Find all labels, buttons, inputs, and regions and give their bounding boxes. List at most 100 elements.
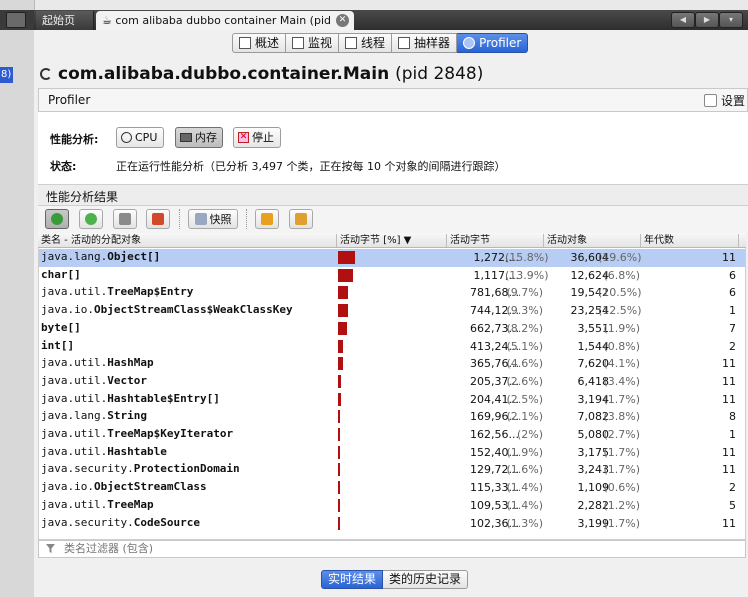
clock-icon — [121, 132, 132, 143]
settings-checkbox[interactable] — [704, 94, 717, 107]
memory-button[interactable]: 内存 — [175, 127, 223, 148]
cpu-button[interactable]: CPU — [116, 127, 164, 148]
generations: 11 — [722, 251, 736, 264]
table-row[interactable]: java.security.CodeSource 102,36... (1.3%) 3… — [39, 515, 745, 533]
class-name: java.util.HashMap — [41, 356, 154, 369]
tab-monitor[interactable]: 监视 — [286, 33, 340, 53]
tab-start-page[interactable]: 起始页 — [36, 11, 94, 30]
profiler-header-label: Profiler — [48, 93, 91, 107]
close-tab-icon[interactable]: ✕ — [336, 14, 349, 27]
stop-button[interactable]: ✕ 停止 — [233, 127, 281, 148]
table-row[interactable]: java.util.Hashtable$Entry[] 204,41... (2.5… — [39, 391, 745, 409]
scroll-left-icon[interactable]: ◀ — [671, 12, 695, 28]
class-package: java.io. — [41, 480, 94, 494]
filter-icon[interactable] — [45, 543, 56, 554]
tab-application[interactable]: ☕ com alibaba dubbo container Main (pid … — [96, 11, 354, 46]
settings-label[interactable]: 设置 — [721, 92, 745, 109]
table-row[interactable]: java.util.TreeMap$Entry 781,68... (9.7%) 19… — [39, 284, 745, 302]
table-row[interactable]: char[] 1,117,... (13.9%) 12,624 (6.8%) 6 — [39, 267, 745, 285]
live-bytes-pct: (8.2%) — [506, 321, 543, 335]
auto-refresh-button[interactable] — [45, 209, 69, 229]
scroll-right-icon[interactable]: ▶ — [695, 12, 719, 28]
table-row[interactable]: int[] 413,24... (5.1%) 1,544 (0.8%) 2 — [39, 338, 745, 356]
class-simple-name: ObjectStreamClass$WeakClassKey — [93, 303, 293, 317]
table-row[interactable]: java.util.Vector 205,37... (2.6%) 6,418 (3.4… — [39, 373, 745, 391]
live-bytes-pct: (1.4%) — [506, 498, 543, 512]
toolbar-separator — [246, 209, 248, 229]
tab-threads[interactable]: 线程 — [339, 33, 393, 53]
tab-overview[interactable]: 概述 — [232, 33, 287, 53]
class-simple-name: char[] — [41, 267, 81, 281]
tab-list-icon[interactable]: ▾ — [719, 12, 743, 28]
live-objects-pct: (2.7%) — [603, 428, 640, 441]
live-bytes-bar — [338, 268, 353, 282]
tab-profiler[interactable]: Profiler — [457, 33, 529, 53]
generations: 11 — [722, 445, 736, 459]
table-row[interactable]: java.util.TreeMap$KeyIterator 162,56... (2… — [39, 426, 745, 444]
results-title: 性能分析结果 — [46, 190, 119, 204]
column-header-objects[interactable]: 活动对象 — [547, 234, 587, 247]
live-objects-pct: (3.8%) — [603, 410, 640, 424]
column-header-bytes[interactable]: 活动字节 — [450, 234, 490, 247]
heap-dump-button[interactable] — [255, 209, 279, 229]
live-objects-pct: (1.9%) — [603, 321, 640, 335]
generations: 11 — [722, 392, 736, 406]
tab-class-history[interactable]: 类的历史记录 — [383, 570, 469, 589]
class-filter-input[interactable] — [60, 541, 668, 556]
live-objects-pct: (0.8%) — [603, 339, 640, 353]
monitor-icon — [292, 37, 305, 49]
refresh-button[interactable] — [79, 209, 103, 229]
table-row[interactable]: java.io.ObjectStreamClass$WeakClassKey 74… — [39, 302, 745, 320]
table-row[interactable]: java.lang.String 169,96... (2.1%) 7,082 (3.8… — [39, 408, 745, 426]
tab-sampler[interactable]: 抽样器 — [392, 33, 458, 53]
live-bytes-bar — [338, 392, 341, 406]
live-bytes-bar — [338, 410, 341, 424]
class-package: java.io. — [41, 303, 94, 317]
live-bytes-bar — [338, 498, 340, 512]
live-bytes-bar — [338, 251, 355, 264]
live-bytes-pct: (1.3%) — [506, 516, 543, 530]
export-icon — [152, 213, 164, 225]
live-bytes-pct: (9.7%) — [506, 286, 543, 300]
save-image-button[interactable] — [289, 209, 313, 229]
live-objects-pct: (1.7%) — [603, 463, 640, 477]
live-bytes-pct: (15.8%) — [505, 251, 549, 264]
live-objects-pct: (3.4%) — [603, 374, 640, 388]
generations: 11 — [722, 463, 736, 477]
class-package: java.security. — [41, 462, 134, 476]
column-header-class[interactable]: 类名 - 活动的分配对象 — [41, 234, 141, 247]
table-row[interactable]: byte[] 662,73... (8.2%) 3,551 (1.9%) 7 — [39, 320, 745, 338]
profiler-header — [38, 88, 748, 112]
class-name: java.util.Vector — [41, 374, 147, 387]
live-objects-pct: (12.5%) — [598, 304, 642, 318]
tab-live-results[interactable]: 实时结果 — [321, 570, 384, 589]
reset-button[interactable] — [113, 209, 137, 229]
profiler-icon — [463, 37, 476, 49]
table-row[interactable]: java.io.ObjectStreamClass 115,33... (1.4%)… — [39, 479, 745, 497]
class-simple-name: Hashtable$Entry[] — [107, 391, 220, 405]
table-row[interactable]: java.util.Hashtable 152,40... (1.9%) 3,175(… — [39, 444, 745, 462]
minimize-icon[interactable] — [6, 12, 26, 28]
threads-icon — [345, 37, 358, 49]
tab-overview-label: 概述 — [255, 36, 280, 50]
status-text: 正在运行性能分析（已分析 3,497 个类，正在按每 10 个对象的间隔进行跟踪… — [116, 160, 506, 173]
table-row[interactable]: java.lang.Object[] 1,272,... (15.8%) 36,604… — [39, 249, 745, 267]
column-header-generations[interactable]: 年代数 — [644, 234, 674, 247]
live-bytes-bar — [338, 374, 341, 388]
running-spinner-icon — [40, 68, 52, 80]
column-header-bytes-pct[interactable]: 活动字节 [%] ▼ — [340, 234, 411, 247]
table-row[interactable]: java.util.HashMap 365,76... (4.6%) 7,620 (4.… — [39, 355, 745, 373]
stop-button-label: 停止 — [252, 131, 274, 144]
class-name: char[] — [41, 268, 81, 281]
generations: 11 — [722, 357, 736, 371]
gc-button[interactable] — [146, 209, 170, 229]
class-simple-name: Hashtable — [107, 444, 167, 458]
overview-icon — [239, 37, 251, 49]
app-tab-icon: ☕ — [102, 14, 116, 27]
snapshot-button[interactable]: 快照 — [188, 209, 238, 229]
live-bytes-bar — [338, 428, 341, 441]
table-row[interactable]: java.security.ProtectionDomain 129,72...(… — [39, 461, 745, 479]
refresh-auto-icon — [51, 213, 63, 225]
table-row[interactable]: java.util.TreeMap 109,53... (1.4%) 2,282 (1.… — [39, 497, 745, 515]
gutter-selected-item[interactable]: 8) — [0, 67, 13, 83]
